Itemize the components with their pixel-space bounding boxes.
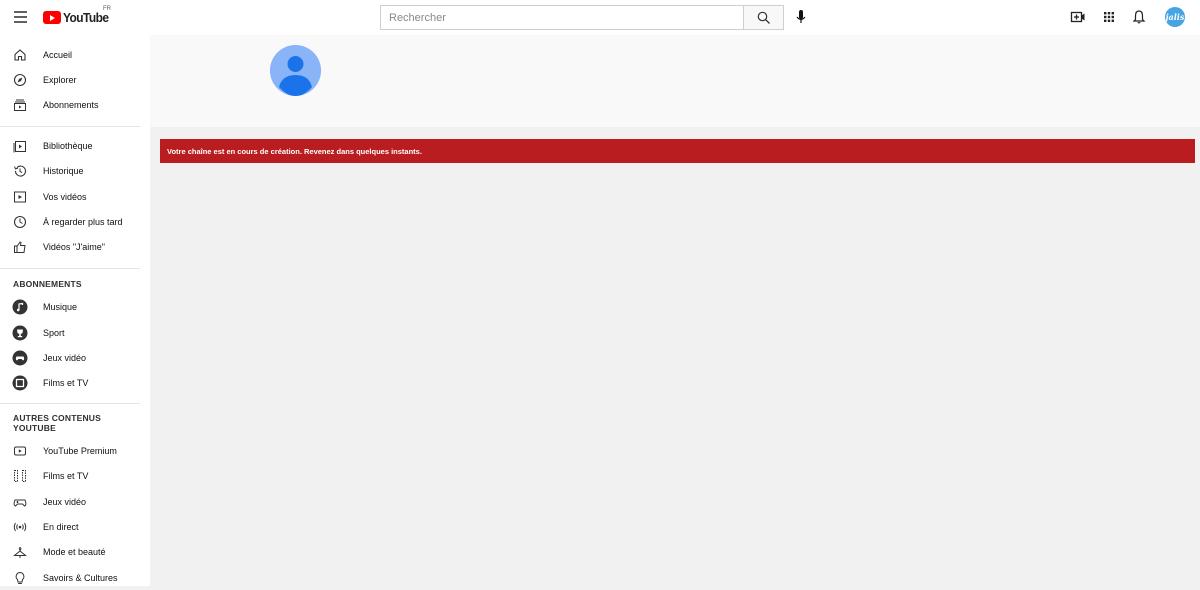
hanger-icon <box>13 546 27 558</box>
sport-channel-icon <box>12 325 28 340</box>
sidebar-item-bibliotheque[interactable]: Bibliothèque <box>0 133 150 158</box>
premium-icon <box>14 446 26 455</box>
sidebar-item-jeux-video[interactable]: Jeux vidéo <box>0 345 150 370</box>
sidebar-item-regarder-plus-tard[interactable]: À regarder plus tard <box>0 209 150 234</box>
top-bar: YouTube FR Rechercher jalis <box>0 0 1200 35</box>
sidebar-item-label: En direct <box>43 521 79 532</box>
more-section-title-line2: YOUTUBE <box>13 423 56 433</box>
subscriptions-section-title: ABONNEMENTS <box>13 279 82 289</box>
sidebar-item-musique[interactable]: Musique <box>0 294 150 319</box>
live-icon <box>13 522 27 531</box>
sidebar-item-accueil[interactable]: Accueil <box>0 42 150 67</box>
main-content: Votre chaîne est en cours de création. R… <box>150 35 1200 586</box>
films-channel-icon <box>12 375 28 390</box>
sidebar-item-savoirs-cultures[interactable]: Savoirs & Cultures <box>0 565 150 590</box>
thumbs-up-icon <box>14 240 26 253</box>
sidebar-item-videos-jaime[interactable]: Vidéos "J'aime" <box>0 234 150 259</box>
sidebar-item-label: Bibliothèque <box>43 140 93 151</box>
sidebar-item-label: Savoirs & Cultures <box>43 572 118 583</box>
sidebar: Accueil Explorer Abonnements Bibliothèqu… <box>0 35 150 586</box>
logo-text: YouTube <box>63 10 109 25</box>
sidebar-item-en-direct[interactable]: En direct <box>0 514 150 539</box>
country-code: FR <box>103 6 111 12</box>
sidebar-divider <box>0 403 140 404</box>
gamepad-icon <box>13 499 27 507</box>
sidebar-item-label: Musique <box>43 301 78 312</box>
channel-header <box>150 35 1200 127</box>
sidebar-divider <box>0 126 140 127</box>
sidebar-item-label: Mode et beauté <box>43 546 106 557</box>
sidebar-item-label: Vos vidéos <box>43 191 87 202</box>
library-icon <box>13 140 26 152</box>
sidebar-item-label: Explorer <box>43 74 77 85</box>
more-section-title: AUTRES CONTENUS YOUTUBE <box>13 413 101 433</box>
user-avatar[interactable]: jalis <box>1165 7 1185 27</box>
sidebar-item-label: Films et TV <box>43 470 89 481</box>
sidebar-item-explorer[interactable]: Explorer <box>0 67 150 92</box>
sidebar-item-label: Abonnements <box>43 99 99 110</box>
sidebar-item-sport[interactable]: Sport <box>0 320 150 345</box>
channel-creation-alert: Votre chaîne est en cours de création. R… <box>160 139 1195 163</box>
search-button[interactable] <box>743 5 784 30</box>
menu-icon[interactable] <box>14 11 27 23</box>
create-video-icon[interactable] <box>1070 9 1086 25</box>
sidebar-item-label: YouTube Premium <box>43 445 117 456</box>
channel-avatar[interactable] <box>270 45 321 96</box>
sidebar-item-mode-beaute[interactable]: Mode et beauté <box>0 539 150 564</box>
film-strip-icon <box>14 469 26 482</box>
subscriptions-icon <box>14 99 26 111</box>
sidebar-item-abonnements[interactable]: Abonnements <box>0 92 150 117</box>
lightbulb-icon <box>15 571 25 584</box>
home-icon <box>14 48 26 61</box>
sidebar-item-youtube-premium[interactable]: YouTube Premium <box>0 438 150 463</box>
sidebar-item-label: À regarder plus tard <box>43 216 123 227</box>
search-input[interactable]: Rechercher <box>380 5 743 30</box>
sidebar-divider <box>0 268 140 269</box>
your-videos-icon <box>14 191 26 202</box>
default-user-icon <box>270 45 321 96</box>
compass-icon <box>13 73 27 86</box>
youtube-logo[interactable]: YouTube FR <box>43 6 112 25</box>
sidebar-item-label: Vidéos "J'aime" <box>43 241 105 252</box>
sidebar-item-label: Jeux vidéo <box>43 496 87 507</box>
sidebar-item-label: Sport <box>43 327 65 338</box>
notifications-bell-icon[interactable] <box>1131 9 1147 25</box>
more-section-title-line1: AUTRES CONTENUS <box>13 413 102 423</box>
microphone-icon[interactable] <box>792 8 810 26</box>
sidebar-item-label: Jeux vidéo <box>43 352 87 363</box>
search-icon <box>757 11 770 24</box>
sidebar-item-label: Films et TV <box>43 377 89 388</box>
sidebar-item-label: Accueil <box>43 49 73 60</box>
music-channel-icon <box>12 299 28 314</box>
sidebar-item-films-et-tv[interactable]: Films et TV <box>0 463 150 488</box>
sidebar-item-jeux-video-2[interactable]: Jeux vidéo <box>0 489 150 514</box>
youtube-play-icon <box>43 11 61 24</box>
watch-later-icon <box>13 215 27 228</box>
sidebar-item-label: Historique <box>43 165 84 176</box>
sidebar-item-films-tv[interactable]: Films et TV <box>0 370 150 395</box>
apps-grid-icon[interactable] <box>1101 9 1117 25</box>
history-icon <box>14 165 26 177</box>
sidebar-item-vos-videos[interactable]: Vos vidéos <box>0 184 150 209</box>
gaming-channel-icon <box>12 350 28 365</box>
sidebar-item-historique[interactable]: Historique <box>0 158 150 183</box>
